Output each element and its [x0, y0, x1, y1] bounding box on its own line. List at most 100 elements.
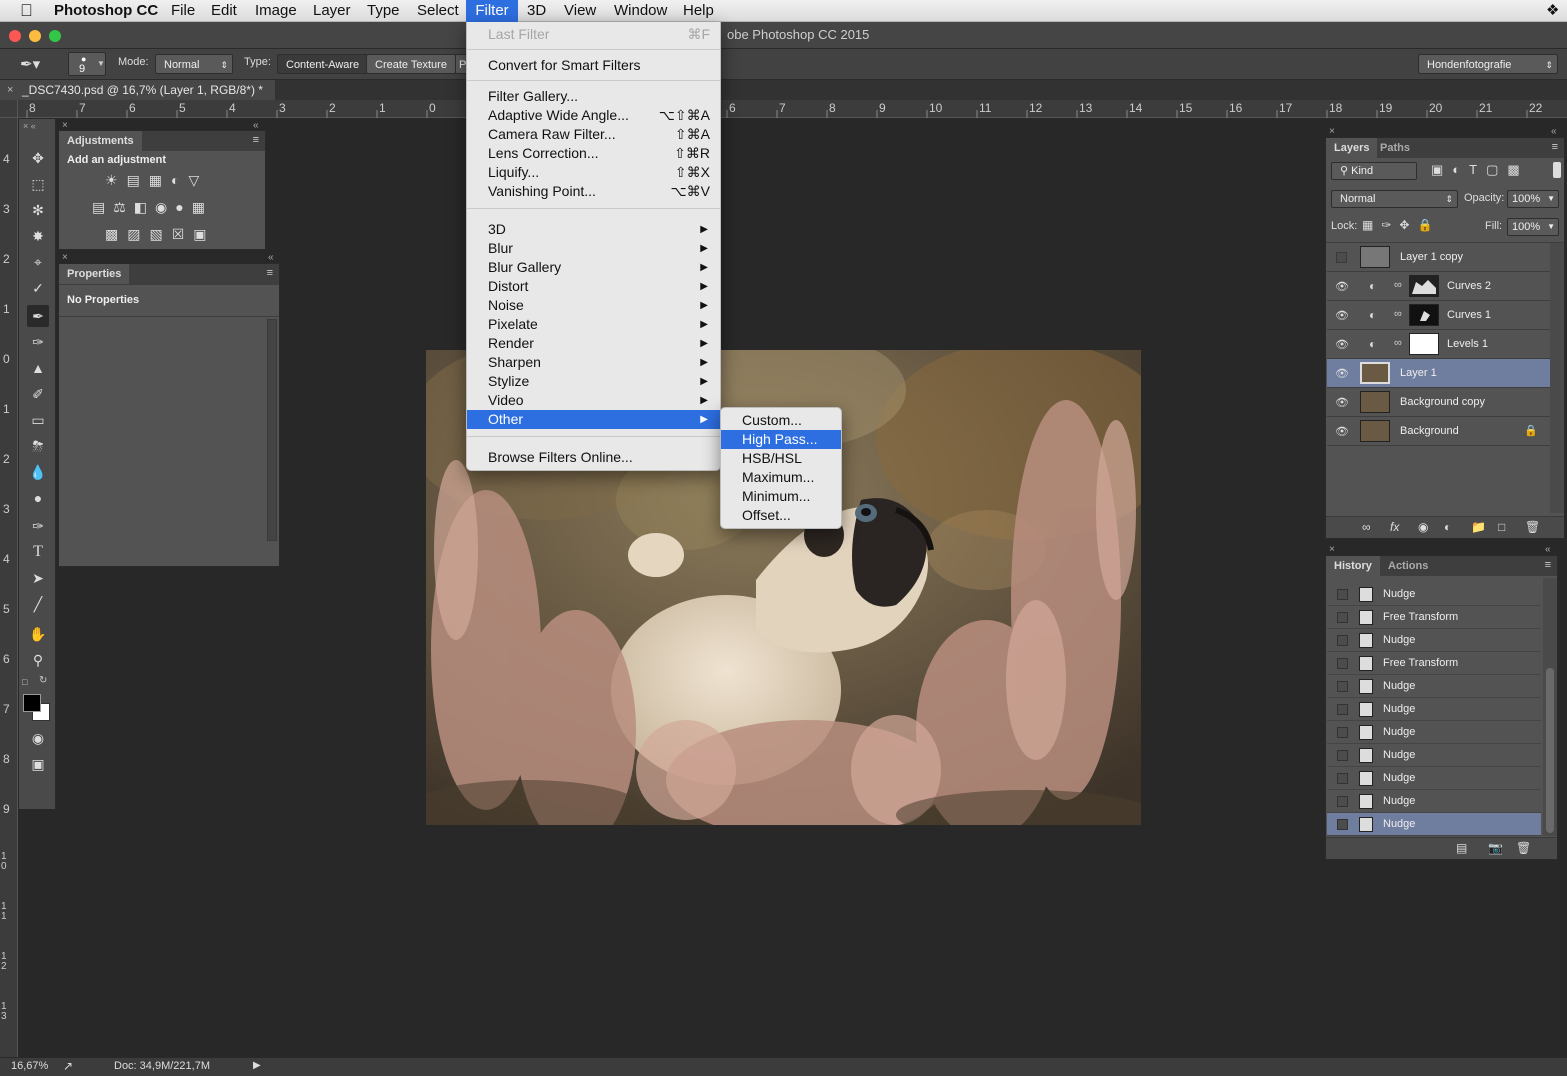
- lock-position-icon[interactable]: ✥: [1399, 218, 1417, 232]
- path-selection-tool-icon[interactable]: ➤: [27, 567, 49, 589]
- photo-filter-icon[interactable]: ◉: [155, 199, 175, 215]
- close-panel-icon[interactable]: ×: [62, 120, 68, 131]
- swap-colors-icon[interactable]: ↻: [39, 675, 47, 686]
- filter-pixel-icon[interactable]: ▣: [1431, 162, 1452, 177]
- submenu-item-high-pass[interactable]: High Pass...: [721, 430, 841, 449]
- zoom-window-button[interactable]: [49, 30, 61, 42]
- visibility-toggle-off[interactable]: [1336, 252, 1347, 263]
- black-white-icon[interactable]: ◧: [134, 199, 155, 215]
- lock-pixels-icon[interactable]: ✑: [1381, 218, 1399, 232]
- workspace-select[interactable]: Hondenfotografie ⇕: [1418, 54, 1558, 74]
- healing-brush-preset-icon[interactable]: ✒▾: [20, 55, 48, 75]
- share-icon[interactable]: ↗: [63, 1059, 73, 1073]
- filter-type-icon[interactable]: T: [1469, 162, 1486, 177]
- filter-shape-icon[interactable]: ▢: [1486, 162, 1507, 177]
- color-balance-icon[interactable]: ⚖: [113, 199, 134, 215]
- layer-row-curves-2[interactable]: 👁 ◐ ∞ Curves 2: [1327, 272, 1550, 301]
- layer-row-curves-1[interactable]: 👁 ◐ ∞ Curves 1: [1327, 301, 1550, 330]
- collapse-panel-icon[interactable]: «: [253, 120, 259, 131]
- camera-icon[interactable]: 📷: [1488, 841, 1503, 855]
- exposure-icon[interactable]: ◐: [171, 172, 188, 188]
- properties-scrollbar[interactable]: [267, 319, 277, 541]
- history-item-current[interactable]: Nudge: [1327, 813, 1541, 836]
- history-item[interactable]: Nudge: [1327, 698, 1541, 721]
- paint-bucket-tool-icon[interactable]: ⛈: [27, 435, 49, 457]
- mode-select[interactable]: Normal ⇕: [155, 54, 233, 74]
- tab-actions[interactable]: Actions: [1380, 556, 1436, 576]
- dropbox-icon[interactable]: ❖: [1538, 0, 1567, 22]
- menu-edit[interactable]: Edit: [203, 0, 245, 22]
- history-item[interactable]: Nudge: [1327, 583, 1541, 606]
- line-tool-icon[interactable]: ╱: [27, 593, 49, 615]
- filter-toggle-switch[interactable]: [1553, 162, 1561, 178]
- selective-color-icon[interactable]: ☒: [172, 226, 194, 242]
- menu-item-sharpen[interactable]: Sharpen ▶: [467, 353, 720, 372]
- snapshot-checkbox[interactable]: [1337, 589, 1348, 600]
- document-tab[interactable]: × _DSC7430.psd @ 16,7% (Layer 1, RGB/8*)…: [0, 80, 275, 100]
- delete-layer-icon[interactable]: 🗑: [1525, 520, 1540, 534]
- menu-select[interactable]: Select: [409, 0, 467, 22]
- layer-row-background[interactable]: 👁 Background 🔒: [1327, 417, 1550, 446]
- close-window-button[interactable]: [9, 30, 21, 42]
- fill-input[interactable]: 100% ▼: [1507, 218, 1559, 236]
- submenu-item-offset[interactable]: Offset...: [721, 506, 841, 525]
- menu-window[interactable]: Window: [606, 0, 675, 22]
- tab-adjustments[interactable]: Adjustments: [59, 131, 142, 151]
- collapse-panel-icon[interactable]: «: [1545, 544, 1551, 555]
- panel-menu-icon[interactable]: ≡: [253, 134, 259, 146]
- add-mask-icon[interactable]: ◉: [1418, 520, 1428, 534]
- tab-paths[interactable]: Paths: [1372, 138, 1418, 158]
- lasso-tool-icon[interactable]: ✻: [27, 199, 49, 221]
- vibrance-icon[interactable]: ▽: [189, 172, 209, 188]
- ruler-origin[interactable]: [0, 100, 18, 118]
- mask-thumbnail[interactable]: [1409, 275, 1439, 297]
- mask-thumbnail[interactable]: [1409, 333, 1439, 355]
- layer-row-layer-1-copy[interactable]: Layer 1 copy: [1327, 243, 1550, 272]
- submenu-item-hsb-hsl[interactable]: HSB/HSL: [721, 449, 841, 468]
- collapse-toolbox-icon[interactable]: × «: [23, 121, 36, 131]
- history-item[interactable]: Nudge: [1327, 767, 1541, 790]
- menu-item-blur[interactable]: Blur ▶: [467, 239, 720, 258]
- snapshot-checkbox[interactable]: [1337, 796, 1348, 807]
- lock-all-icon[interactable]: 🔒: [1417, 218, 1440, 232]
- menu-item-distort[interactable]: Distort ▶: [467, 277, 720, 296]
- submenu-item-maximum[interactable]: Maximum...: [721, 468, 841, 487]
- close-panel-icon[interactable]: ×: [1329, 126, 1335, 137]
- menu-item-3d[interactable]: 3D ▶: [467, 220, 720, 239]
- pen-tool-icon[interactable]: ✑: [27, 515, 49, 537]
- brightness-icon[interactable]: ☀: [105, 172, 127, 188]
- snapshot-checkbox[interactable]: [1337, 773, 1348, 784]
- close-panel-icon[interactable]: ×: [1329, 544, 1335, 555]
- tab-layers[interactable]: Layers: [1326, 138, 1378, 158]
- zoom-tool-icon[interactable]: ⚲: [27, 649, 49, 671]
- panel-menu-icon[interactable]: ≡: [267, 267, 273, 279]
- snapshot-checkbox[interactable]: [1337, 681, 1348, 692]
- mask-thumbnail[interactable]: [1409, 304, 1439, 326]
- fx-icon[interactable]: fx: [1390, 520, 1399, 534]
- eraser-tool-icon[interactable]: ▭: [27, 409, 49, 431]
- collapse-panel-icon[interactable]: «: [268, 252, 274, 263]
- menu-item-blur-gallery[interactable]: Blur Gallery ▶: [467, 258, 720, 277]
- menu-item-browse-filters-online[interactable]: Browse Filters Online...: [467, 448, 720, 467]
- submenu-item-custom[interactable]: Custom...: [721, 411, 841, 430]
- link-layers-icon[interactable]: ∞: [1362, 520, 1371, 534]
- status-menu-arrow-icon[interactable]: ▶: [253, 1060, 261, 1071]
- clone-stamp-tool-icon[interactable]: ▲: [27, 357, 49, 379]
- history-item[interactable]: Nudge: [1327, 790, 1541, 813]
- gradient-map-icon[interactable]: ▣: [193, 226, 215, 242]
- brush-tool-icon[interactable]: ✑: [27, 331, 49, 353]
- menu-item-liquify[interactable]: Liquify... ⇧⌘X: [467, 163, 720, 182]
- type-create-texture-button[interactable]: Create Texture: [366, 54, 456, 74]
- channel-mixer-icon[interactable]: ●: [175, 199, 191, 215]
- invert-icon[interactable]: ▩: [105, 226, 127, 242]
- snapshot-checkbox[interactable]: [1337, 819, 1348, 830]
- new-layer-icon[interactable]: □: [1498, 520, 1505, 534]
- opacity-input[interactable]: 100% ▼: [1507, 190, 1559, 208]
- layer-row-background-copy[interactable]: 👁 Background copy: [1327, 388, 1550, 417]
- filter-smart-object-icon[interactable]: ▩: [1507, 162, 1528, 177]
- brush-size-picker[interactable]: ● 9 ▼: [68, 52, 106, 76]
- hue-saturation-icon[interactable]: ▤: [92, 199, 113, 215]
- filter-adjustment-icon[interactable]: ◐: [1452, 162, 1469, 177]
- eye-icon[interactable]: 👁: [1335, 425, 1349, 438]
- tab-history[interactable]: History: [1326, 556, 1380, 576]
